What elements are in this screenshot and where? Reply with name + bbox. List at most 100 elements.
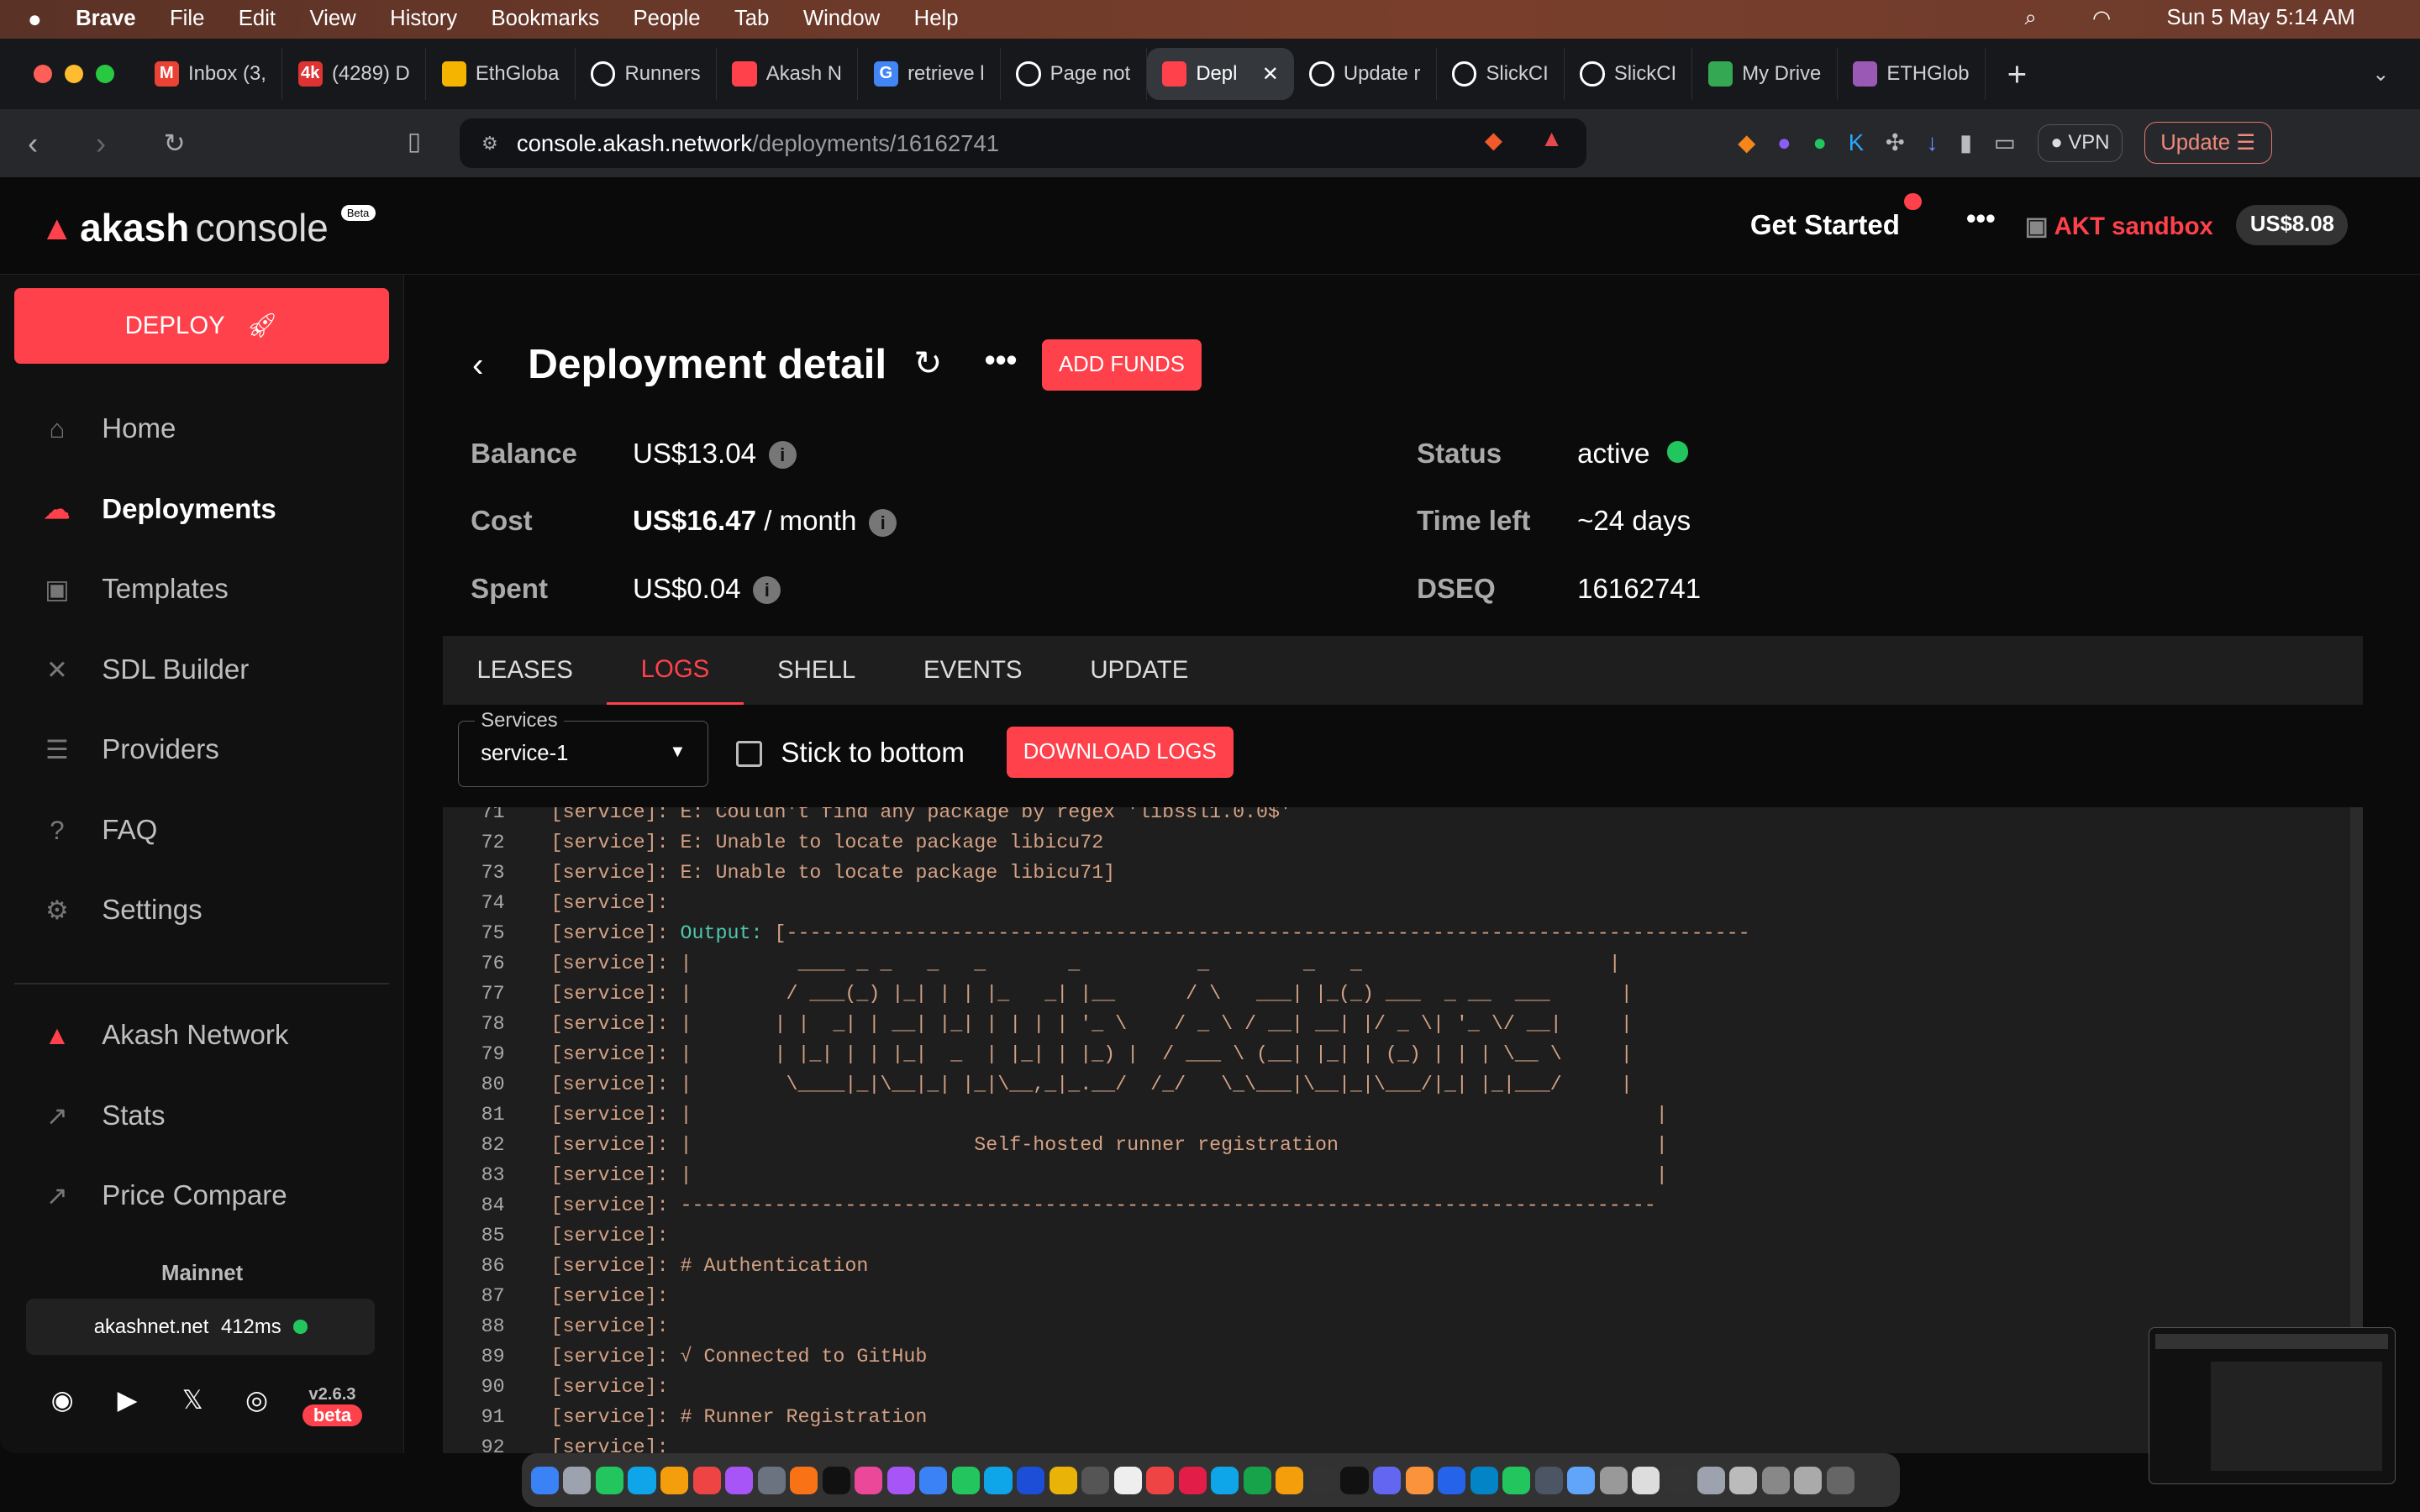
dock-app-icon[interactable] <box>1697 1466 1725 1494</box>
browser-tab[interactable]: Page not <box>1001 47 1147 101</box>
wallet-icon[interactable]: ▭ <box>1994 129 2016 156</box>
zoom-window-button[interactable] <box>95 65 114 84</box>
dock-app-icon[interactable] <box>1761 1466 1790 1494</box>
info-icon[interactable]: i <box>869 508 897 537</box>
dock-app-icon[interactable] <box>1632 1466 1660 1494</box>
refresh-button[interactable]: ↻ <box>913 343 942 383</box>
browser-tab[interactable]: 4k (4289) D <box>282 47 427 101</box>
tab-list-chevron-icon[interactable]: ⌄ <box>2372 62 2389 87</box>
menu-tab[interactable]: Tab <box>734 7 769 31</box>
dock-app-icon[interactable] <box>1211 1466 1239 1494</box>
dock-app-icon[interactable] <box>1729 1466 1758 1494</box>
metamask-icon[interactable]: ◆ <box>1738 129 1755 156</box>
browser-tab[interactable]: Runners <box>576 47 718 101</box>
youtube-icon[interactable]: ▶ <box>118 1385 138 1415</box>
dock-app-icon[interactable] <box>692 1466 721 1494</box>
dock-app-icon[interactable] <box>919 1466 948 1494</box>
dock-app-icon[interactable] <box>1178 1466 1207 1494</box>
info-icon[interactable]: i <box>768 440 797 469</box>
menu-file[interactable]: File <box>170 7 204 31</box>
vpn-button[interactable]: ● VPN <box>2037 123 2123 162</box>
dock-app-icon[interactable] <box>1243 1466 1271 1494</box>
dock-app-icon[interactable] <box>1438 1466 1466 1494</box>
dock-app-icon[interactable] <box>1049 1466 1077 1494</box>
browser-tab[interactable]: ETHGlob <box>1838 47 1986 101</box>
forward-button[interactable]: › <box>96 126 136 161</box>
extension-u-icon[interactable]: ● <box>1777 129 1791 156</box>
x-icon[interactable]: 𝕏 <box>182 1385 203 1415</box>
dock-app-icon[interactable] <box>822 1466 850 1494</box>
back-arrow-button[interactable]: ‹ <box>472 345 483 385</box>
dock-app-icon[interactable] <box>790 1466 818 1494</box>
screenshot-thumbnail[interactable] <box>2148 1326 2396 1484</box>
browser-tab[interactable]: M Inbox (3, <box>139 47 283 101</box>
brave-rewards-icon[interactable]: ▲ <box>1540 125 1563 152</box>
tab-events[interactable]: EVENTS <box>890 636 1056 706</box>
back-button[interactable]: ‹ <box>28 126 68 161</box>
sidebar-item-providers[interactable]: ☰ Providers <box>40 734 219 766</box>
extensions-puzzle-icon[interactable]: ✣ <box>1886 129 1905 156</box>
browser-tab[interactable]: My Drive <box>1692 47 1838 101</box>
dock-app-icon[interactable] <box>1340 1466 1369 1494</box>
info-icon[interactable]: i <box>753 576 781 605</box>
more-menu-button[interactable]: ••• <box>1966 203 1996 235</box>
dock-app-icon[interactable] <box>855 1466 883 1494</box>
menu-brave[interactable]: Brave <box>76 7 135 31</box>
akash-console-logo[interactable]: ▲ akash console Beta <box>40 205 376 250</box>
site-settings-icon[interactable]: ⚙ <box>481 133 498 155</box>
dock-app-icon[interactable] <box>1017 1466 1045 1494</box>
deployment-menu-button[interactable]: ••• <box>985 343 1018 378</box>
minimize-window-button[interactable] <box>65 65 84 84</box>
sidebar-item-home[interactable]: ⌂ Home <box>40 413 176 445</box>
browser-tab[interactable]: Gretrieve l <box>858 47 1001 101</box>
browser-tab[interactable]: SlickCI <box>1565 47 1693 101</box>
dock-app-icon[interactable] <box>530 1466 559 1494</box>
sidebar-link-stats[interactable]: ↗ Stats <box>40 1100 166 1132</box>
close-window-button[interactable] <box>34 65 53 84</box>
dock-app-icon[interactable] <box>951 1466 980 1494</box>
tab-update[interactable]: UPDATE <box>1056 636 1223 706</box>
github-icon[interactable]: ◎ <box>245 1385 268 1415</box>
reload-button[interactable]: ↻ <box>164 129 204 159</box>
browser-tab[interactable]: SlickCI <box>1437 47 1565 101</box>
brave-shields-icon[interactable]: ◆ <box>1485 127 1502 154</box>
menu-history[interactable]: History <box>390 7 457 31</box>
browser-tab[interactable]: Akash N <box>717 47 859 101</box>
dock-app-icon[interactable] <box>1534 1466 1563 1494</box>
dock-app-icon[interactable] <box>563 1466 592 1494</box>
services-select[interactable]: Services service-1 ▼ <box>458 709 709 787</box>
sidebar-item-templates[interactable]: ▣ Templates <box>40 574 229 606</box>
tab-leases[interactable]: LEASES <box>443 636 607 706</box>
deploy-button[interactable]: DEPLOY 🚀︎ <box>13 288 389 365</box>
tab-shell[interactable]: SHELL <box>744 636 890 706</box>
sidebar-toggle-icon[interactable]: ▮ <box>1960 129 1972 156</box>
dock-app-icon[interactable] <box>1307 1466 1336 1494</box>
browser-tab[interactable]: Update r <box>1294 47 1437 101</box>
get-started-link[interactable]: Get Started <box>1750 210 1900 242</box>
dock-app-icon[interactable] <box>1567 1466 1596 1494</box>
node-status[interactable]: akashnet.net 412ms <box>26 1299 376 1355</box>
download-logs-button[interactable]: DOWNLOAD LOGS <box>1006 727 1234 778</box>
dock-app-icon[interactable] <box>1502 1466 1531 1494</box>
dock-app-icon[interactable] <box>1373 1466 1402 1494</box>
add-funds-button[interactable]: ADD FUNDS <box>1041 339 1202 391</box>
bookmark-icon[interactable]: ▯ <box>408 127 421 156</box>
menu-bookmarks[interactable]: Bookmarks <box>492 7 600 31</box>
menu-people[interactable]: People <box>634 7 701 31</box>
discord-icon[interactable]: ◉ <box>51 1385 74 1415</box>
dock-app-icon[interactable] <box>628 1466 656 1494</box>
search-icon[interactable]: ⌕ <box>2024 6 2036 31</box>
dock-app-icon[interactable] <box>1826 1466 1854 1494</box>
update-button[interactable]: Update ☰ <box>2144 122 2272 165</box>
sidebar-item-faq[interactable]: ? FAQ <box>40 815 157 847</box>
dock-app-icon[interactable] <box>1470 1466 1498 1494</box>
dock-app-icon[interactable] <box>725 1466 754 1494</box>
dock-app-icon[interactable] <box>1794 1466 1823 1494</box>
dock-app-icon[interactable] <box>1146 1466 1175 1494</box>
dock-app-icon[interactable] <box>1599 1466 1628 1494</box>
dock-app-icon[interactable] <box>595 1466 623 1494</box>
browser-tab[interactable]: Depl ✕ <box>1146 47 1295 101</box>
url-bar[interactable]: ⚙ console.akash.network/deployments/1616… <box>460 118 1587 169</box>
dock-app-icon[interactable] <box>1405 1466 1434 1494</box>
dock-app-icon[interactable] <box>1113 1466 1142 1494</box>
